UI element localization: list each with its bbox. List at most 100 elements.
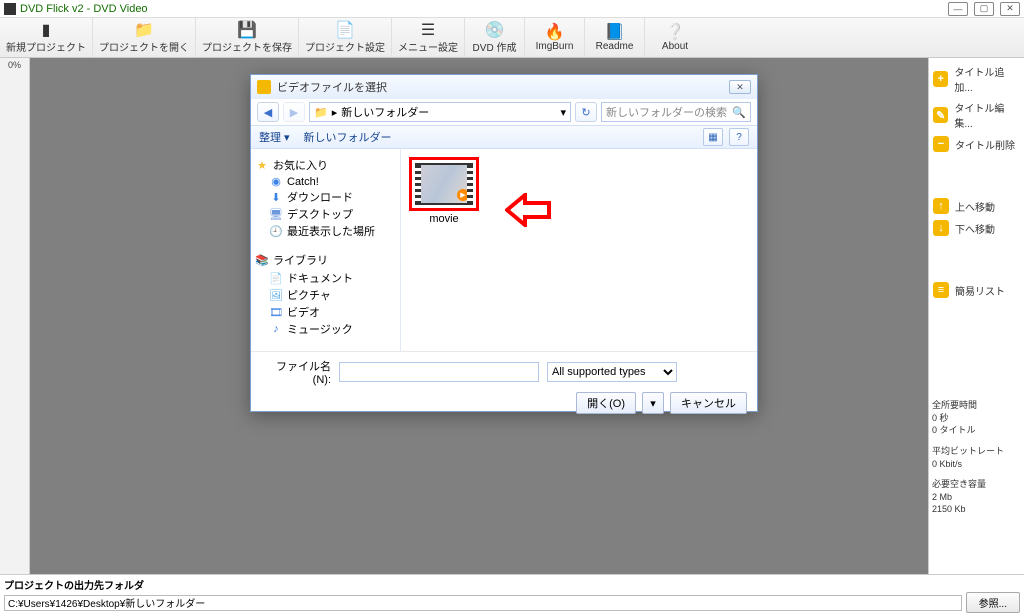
picture-icon: 🖼 [269,289,283,302]
tree-item-documents[interactable]: 📄ドキュメント [269,270,396,286]
tb-readme[interactable]: 📘Readme [585,18,645,57]
folder-icon: 📁 [314,106,328,119]
minus-icon: − [933,136,949,152]
tb-label: Readme [596,41,634,52]
back-button[interactable]: ◀ [257,102,279,122]
library-header[interactable]: 📚ライブラリ [255,252,396,268]
play-icon: ▶ [457,189,469,201]
tree-item-videos[interactable]: 🎞ビデオ [269,304,396,320]
space-label: 必要空き容量 [932,478,1020,491]
readme-icon: 📘 [605,23,625,41]
tb-about[interactable]: ❔About [645,18,705,57]
space-mb: 2 Mb [932,491,1020,504]
tb-imgburn[interactable]: 🔥ImgBurn [525,18,585,57]
main-toolbar: ▮新規プロジェクト 📁プロジェクトを開く 💾プロジェクトを保存 📄プロジェクト設… [0,18,1024,58]
add-title-button[interactable]: +タイトル追加... [933,64,1020,94]
dialog-title-bar: ビデオファイルを選択 ✕ [251,75,757,99]
up-icon: ↑ [933,198,949,214]
tb-label: プロジェクト設定 [305,39,385,54]
rp-label: タイトル編集... [954,100,1020,130]
rp-label: 上へ移動 [955,199,995,214]
tree-item-pictures[interactable]: 🖼ピクチャ [269,287,396,303]
tb-menu-settings[interactable]: ☰メニュー設定 [392,18,465,57]
dialog-icon [257,80,271,94]
music-icon: ♪ [269,323,283,335]
tb-label: ImgBurn [536,41,574,52]
tree-item-catch[interactable]: ◉Catch! [269,175,396,188]
app-icon [4,3,16,15]
rp-label: 下へ移動 [955,221,995,236]
new-project-icon: ▮ [36,21,56,39]
dialog-nav: ◀ ▶ 📁 ▸ 新しいフォルダー ▾ ↻ 新しいフォルダーの検索 🔍 [251,99,757,125]
simple-list-button[interactable]: ≡ 簡易リスト [933,282,1020,298]
forward-button[interactable]: ▶ [283,102,305,122]
open-dropdown-button[interactable]: ▾ [642,392,664,414]
help-button[interactable]: ? [729,128,749,146]
delete-title-button[interactable]: −タイトル削除 [933,136,1020,152]
favorites-header[interactable]: ★お気に入り [255,157,396,173]
list-icon: ≡ [933,282,949,298]
video-icon: 🎞 [269,306,283,319]
file-list[interactable]: ▶ movie [401,149,757,351]
tb-label: DVD 作成 [473,39,517,54]
dialog-toolbar: 整理 ▾ 新しいフォルダー ▦ ? [251,125,757,149]
cancel-button[interactable]: キャンセル [670,392,747,414]
search-placeholder: 新しいフォルダーの検索 [606,104,727,120]
filename-input[interactable] [339,362,539,382]
dialog-title: ビデオファイルを選択 [277,79,387,95]
bitrate-value: 0 Kbit/s [932,458,1020,471]
filetype-select[interactable]: All supported types [547,362,677,382]
tree-item-downloads[interactable]: ⬇ダウンロード [269,189,396,205]
progress-value: 0% [8,60,21,70]
file-item-movie[interactable]: ▶ movie [409,157,479,225]
new-folder-button[interactable]: 新しいフォルダー [304,129,392,145]
library-icon: 📚 [255,254,269,267]
tb-new-project[interactable]: ▮新規プロジェクト [0,18,93,57]
edit-icon: ✎ [933,107,948,123]
tree-item-recent[interactable]: 🕘最近表示した場所 [269,223,396,239]
move-up-button[interactable]: ↑ 上へ移動 [933,198,1020,214]
organize-menu[interactable]: 整理 ▾ [259,129,290,145]
address-bar[interactable]: 📁 ▸ 新しいフォルダー ▾ [309,102,571,122]
move-down-button[interactable]: ↓下へ移動 [933,220,1020,236]
tree-item-music[interactable]: ♪ミュージック [269,321,396,337]
tb-project-settings[interactable]: 📄プロジェクト設定 [299,18,392,57]
about-icon: ❔ [665,23,685,41]
output-bar: プロジェクトの出力先フォルダ 参照... [0,574,1024,610]
space-kb: 2150 Kb [932,503,1020,516]
tb-label: プロジェクトを開く [99,39,189,54]
refresh-button[interactable]: ↻ [575,102,597,122]
runtime-label: 全所要時間 [932,399,1020,412]
minimize-button[interactable]: — [948,2,968,16]
save-icon: 💾 [237,21,257,39]
download-icon: ⬇ [269,191,283,204]
view-button[interactable]: ▦ [703,128,723,146]
dvd-icon: 💿 [485,21,505,39]
tb-save-project[interactable]: 💾プロジェクトを保存 [196,18,299,57]
maximize-button[interactable]: ▢ [974,2,994,16]
dialog-bottom: ファイル名(N): All supported types 開く(O) ▾ キャ… [251,351,757,411]
tb-label: プロジェクトを保存 [202,39,292,54]
tb-label: About [662,41,688,52]
runtime-titles: 0 タイトル [932,424,1020,437]
annotation-arrow [505,193,551,227]
progress-gutter: 0% [0,58,30,574]
menu-icon: ☰ [418,21,438,39]
desktop-icon: 🖥 [269,208,283,221]
close-button[interactable]: ✕ [1000,2,1020,16]
filename-label: ファイル名(N): [261,358,331,386]
stats-panel: 全所要時間 0 秒 0 タイトル 平均ビットレート 0 Kbit/s 必要空き容… [932,399,1020,524]
rp-label: 簡易リスト [955,283,1005,298]
search-box[interactable]: 新しいフォルダーの検索 🔍 [601,102,751,122]
tree-item-desktop[interactable]: 🖥デスクトップ [269,206,396,222]
tb-dvd-create[interactable]: 💿DVD 作成 [465,18,525,57]
edit-title-button[interactable]: ✎ タイトル編集... [933,100,1020,130]
catch-icon: ◉ [269,175,283,188]
open-button[interactable]: 開く(O) [576,392,636,414]
tb-open-project[interactable]: 📁プロジェクトを開く [93,18,196,57]
dialog-close-button[interactable]: ✕ [729,80,751,94]
plus-icon: + [933,71,948,87]
output-path-input[interactable] [4,595,962,611]
star-icon: ★ [255,159,269,172]
tb-label: 新規プロジェクト [6,39,86,54]
